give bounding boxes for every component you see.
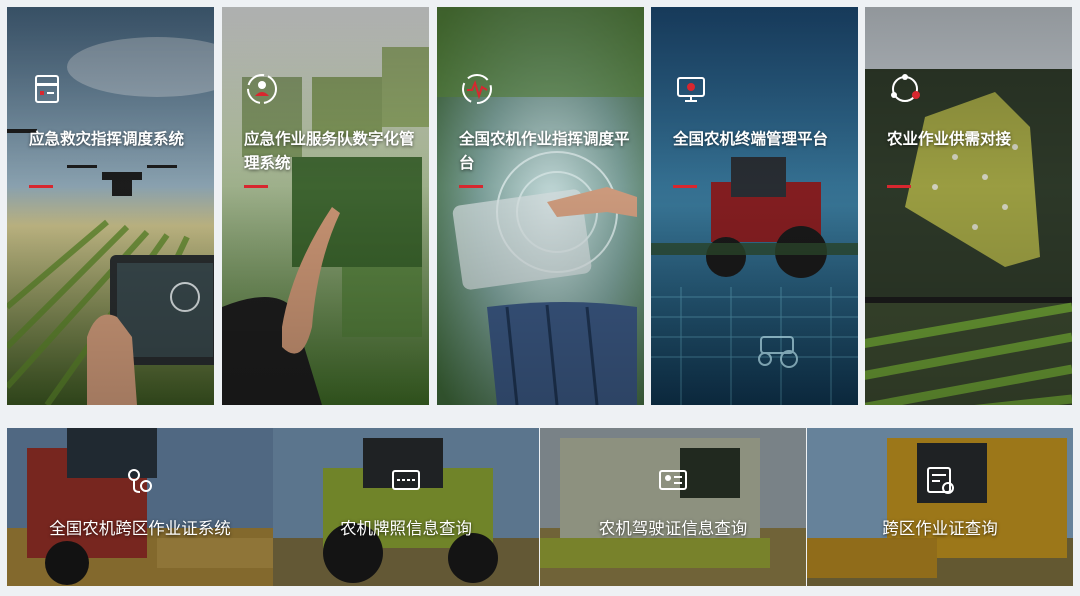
network-nodes-icon <box>887 71 923 107</box>
card-accent-bar <box>29 185 53 188</box>
tile-label: 全国农机跨区作业证系统 <box>49 520 231 538</box>
query-tile-license-plate[interactable]: 农机牌照信息查询 <box>273 428 539 586</box>
card-overlay <box>865 7 1072 405</box>
card-overlay <box>437 7 644 405</box>
card-accent-bar <box>244 185 268 188</box>
query-tile-cross-region-permit[interactable]: 跨区作业证查询 <box>807 428 1073 586</box>
location-route-icon <box>124 464 156 496</box>
tile-label: 农机驾驶证信息查询 <box>598 520 748 538</box>
license-plate-icon <box>390 464 422 496</box>
tile-overlay <box>807 428 1073 586</box>
feature-card-emergency-dispatch[interactable]: 应急救灾指挥调度系统 <box>7 7 214 405</box>
document-icon <box>29 71 65 107</box>
query-tile-driver-license[interactable]: 农机驾驶证信息查询 <box>540 428 806 586</box>
card-title: 农业作业供需对接 <box>887 131 1012 148</box>
card-accent-bar <box>887 185 911 188</box>
card-accent-bar <box>459 185 483 188</box>
card-overlay <box>222 7 429 405</box>
feature-card-terminal-platform[interactable]: 全国农机终端管理平台 <box>651 7 858 405</box>
feature-card-row: 应急救灾指挥调度系统 应急作业服务队数字化管理系统 全国农机作业指挥调度平台 全… <box>7 7 1073 405</box>
monitor-terminal-icon <box>673 71 709 107</box>
tile-label: 跨区作业证查询 <box>882 520 998 538</box>
feature-card-service-team[interactable]: 应急作业服务队数字化管理系统 <box>222 7 429 405</box>
tile-overlay <box>7 428 273 586</box>
card-title: 全国农机作业指挥调度平台 <box>459 131 630 172</box>
card-overlay <box>651 7 858 405</box>
card-title: 应急作业服务队数字化管理系统 <box>244 131 415 172</box>
dispatch-signal-icon <box>459 71 495 107</box>
certificate-icon <box>924 464 956 496</box>
query-tile-cross-region-permit-system[interactable]: 全国农机跨区作业证系统 <box>7 428 273 586</box>
tile-overlay <box>540 428 806 586</box>
team-target-icon <box>244 71 280 107</box>
card-title: 应急救灾指挥调度系统 <box>29 131 185 148</box>
card-overlay <box>7 7 214 405</box>
feature-card-supply-demand[interactable]: 农业作业供需对接 <box>865 7 1072 405</box>
feature-card-dispatch-platform[interactable]: 全国农机作业指挥调度平台 <box>437 7 644 405</box>
tile-overlay <box>273 428 539 586</box>
query-tile-row: 全国农机跨区作业证系统 农机牌照信息查询 农机驾驶证信息查询 跨区作业证查询 <box>7 428 1073 586</box>
id-card-icon <box>657 464 689 496</box>
card-accent-bar <box>673 185 697 188</box>
card-title: 全国农机终端管理平台 <box>673 131 829 148</box>
tile-label: 农机牌照信息查询 <box>340 520 472 538</box>
